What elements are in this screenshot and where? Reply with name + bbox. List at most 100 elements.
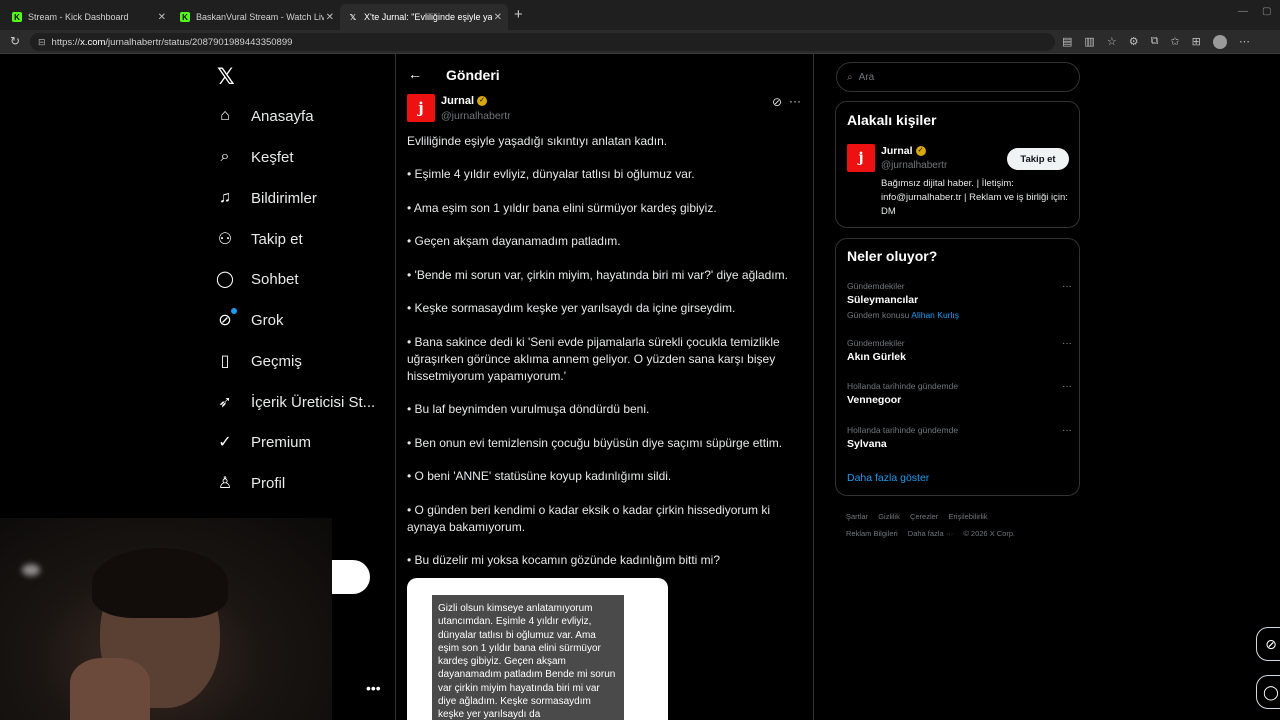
card-title: Neler oluyor? [847, 248, 938, 264]
nav-item-follow[interactable]: ⚇ Takip et [215, 221, 303, 257]
nav-item-grok[interactable]: ⊘ Grok [215, 302, 284, 338]
tab-jurnal-post[interactable]: 𝕏 X'te Jurnal: "Evliliğinde eşiyle yaşa … [340, 4, 508, 30]
site-info-icon[interactable]: ⊟ [38, 37, 46, 48]
post-paragraph: • Geçen akşam dayanamadım patladım. [407, 234, 621, 248]
trend-item[interactable]: Hollanda tarihinde gündemde Vennegoor ··… [847, 381, 1072, 406]
messages-float-icon[interactable]: ◯ [1256, 675, 1280, 709]
browser-toolbar: ▤ ▥ ☆ ⚙ ⧉ ✩ ⊞ ⋯ [1062, 35, 1250, 49]
footer-link-accessibility[interactable]: Erişilebilirlik [948, 512, 987, 521]
close-icon[interactable]: ✕ [494, 12, 502, 23]
read-aloud-icon[interactable]: ▤ [1062, 35, 1072, 49]
search-placeholder: Ara [858, 71, 875, 83]
favorites-icon[interactable]: ✩ [1170, 35, 1179, 49]
nav-item-chat[interactable]: ◯ Sohbet [215, 261, 299, 297]
nav-item-creator-studio[interactable]: ➶ İçerik Üreticisi St... [215, 384, 375, 420]
card-title: Alakalı kişiler [847, 112, 937, 128]
rocket-icon: ➶ [218, 394, 232, 411]
nav-label: Grok [251, 311, 284, 329]
back-arrow-icon[interactable]: ← [408, 66, 422, 82]
new-tab-button[interactable]: + [514, 6, 523, 23]
nav-item-premium[interactable]: ✓ Premium [215, 424, 311, 460]
account-more-button[interactable]: ••• [366, 680, 381, 696]
footer-link-cookies[interactable]: Çerezler [910, 512, 938, 521]
profile-avatar[interactable] [1212, 35, 1227, 49]
extensions-icon[interactable]: ⚙ [1129, 35, 1139, 49]
post-paragraph: • Bu düzelir mi yoksa kocamın gözünde ka… [407, 553, 721, 567]
post-button-partial[interactable] [332, 560, 370, 594]
post-paragraph: • 'Bende mi sorun var, çirkin miyim, hay… [407, 268, 788, 282]
tab-baskanvural-stream[interactable]: K BaskanVural Stream - Watch Live o ✕ [172, 4, 340, 30]
search-input[interactable]: ⌕ Ara [836, 62, 1080, 92]
trend-more-icon[interactable]: ··· [1062, 425, 1072, 436]
trend-item[interactable]: Gündemdekiler Süleymancılar Gündem konus… [847, 281, 1072, 320]
grok-icon: ⊘ [215, 308, 237, 330]
trend-sub-prefix: Gündem konusu [847, 310, 910, 320]
address-bar: ↻ ⊟ https://x.com/jurnalhabertr/status/2… [0, 30, 1280, 54]
verified-icon: ✓ [218, 434, 232, 451]
post-paragraph: • Ama eşim son 1 yıldır bana elini sürmü… [407, 201, 717, 215]
profile-icon: ♙ [217, 475, 233, 492]
nav-item-home[interactable]: ⌂ Anasayfa [215, 98, 313, 134]
related-avatar[interactable]: j [847, 144, 875, 172]
author-name-text: Jurnal [441, 95, 475, 107]
search-icon: ⌕ [220, 148, 230, 165]
nav-label: Keşfet [251, 148, 294, 166]
trend-sub-link[interactable]: Alihan Kurlış [911, 310, 959, 320]
trend-more-icon[interactable]: ··· [1062, 281, 1072, 292]
trend-name: Süleymancılar [847, 294, 919, 306]
nav-item-explore[interactable]: ⌕ Keşfet [215, 139, 294, 175]
trend-subtitle: Gündem konusu Alihan Kurlış [847, 310, 1072, 320]
author-handle[interactable]: @jurnalhabertr [441, 110, 511, 122]
close-icon[interactable]: ✕ [158, 12, 166, 23]
post-column: ← Gönderi j Jurnal ✓ @jurnalhabertr ⊘ ···… [395, 54, 814, 720]
footer-link-more[interactable]: Daha fazla ··· [908, 529, 953, 538]
reader-icon[interactable]: ▥ [1084, 35, 1094, 49]
author-name[interactable]: Jurnal ✓ [441, 95, 488, 107]
post-more-icon[interactable]: ··· [789, 94, 801, 108]
post-image[interactable]: Gizli olsun kimseye anlatamıyorum utancı… [407, 578, 668, 720]
url-host: x.com [80, 36, 106, 48]
post-paragraph: • Ben onun evi temizlensin çocuğu büyüsü… [407, 436, 783, 450]
favorite-star-icon[interactable]: ☆ [1107, 35, 1117, 49]
related-name[interactable]: Jurnal ✓ [881, 145, 926, 157]
author-avatar[interactable]: j [407, 94, 435, 122]
related-handle[interactable]: @jurnalhabertr [881, 160, 947, 171]
related-bio: Bağımsız dijital haber. | İletişim: info… [881, 178, 1068, 217]
split-screen-icon[interactable]: ⧉ [1151, 35, 1159, 49]
trend-context: Gündemdekiler [847, 338, 905, 348]
x-logo[interactable]: 𝕏 [217, 64, 235, 90]
trend-item[interactable]: Hollanda tarihinde gündemde Sylvana ··· [847, 425, 1072, 450]
tab-kick-dashboard[interactable]: K Stream - Kick Dashboard ✕ [4, 4, 172, 30]
footer-link-privacy[interactable]: Gizlilik [878, 512, 900, 521]
nav-item-notifications[interactable]: ♫ Bildirimler [215, 180, 317, 216]
maximize-icon[interactable]: ▢ [1262, 6, 1271, 17]
trend-context: Hollanda tarihinde gündemde [847, 381, 959, 391]
footer-link-terms[interactable]: Şartlar [846, 512, 868, 521]
grok-explain-icon[interactable]: ⊘ [772, 95, 782, 109]
trend-item[interactable]: Gündemdekiler Akın Gürlek ··· [847, 338, 1072, 363]
webcam-person-hair [92, 548, 228, 618]
x-icon: 𝕏 [349, 12, 357, 22]
follow-button[interactable]: Takip et [1007, 148, 1069, 170]
close-icon[interactable]: ✕ [326, 12, 334, 23]
webcam-overlay [0, 518, 332, 720]
reload-icon[interactable]: ↻ [10, 34, 20, 48]
tab-title: Stream - Kick Dashboard [28, 12, 129, 22]
trend-name: Vennegoor [847, 394, 902, 406]
bell-icon: ♫ [219, 189, 231, 206]
post-paragraph: • Bana sakince dedi ki 'Seni evde pijama… [407, 335, 780, 383]
related-name-text: Jurnal [881, 145, 913, 157]
related-people-card: Alakalı kişiler j Jurnal ✓ @jurnalhabertr… [835, 101, 1080, 228]
nav-item-bookmarks[interactable]: ▯ Geçmiş [215, 343, 302, 379]
trend-more-icon[interactable]: ··· [1062, 381, 1072, 392]
grok-float-icon[interactable]: ⊘ [1256, 627, 1280, 661]
more-icon[interactable]: ⋯ [1239, 35, 1250, 49]
url-input[interactable]: ⊟ https://x.com/jurnalhabertr/status/208… [30, 33, 1055, 51]
nav-item-profile[interactable]: ♙ Profil [215, 465, 285, 501]
trend-more-icon[interactable]: ··· [1062, 338, 1072, 349]
footer-link-ads-info[interactable]: Reklam Bilgileri [846, 529, 898, 538]
collections-icon[interactable]: ⊞ [1192, 35, 1201, 49]
minimize-icon[interactable]: — [1238, 6, 1248, 17]
show-more-link[interactable]: Daha fazla göster [847, 472, 929, 484]
nav-label: İçerik Üreticisi St... [251, 393, 376, 411]
